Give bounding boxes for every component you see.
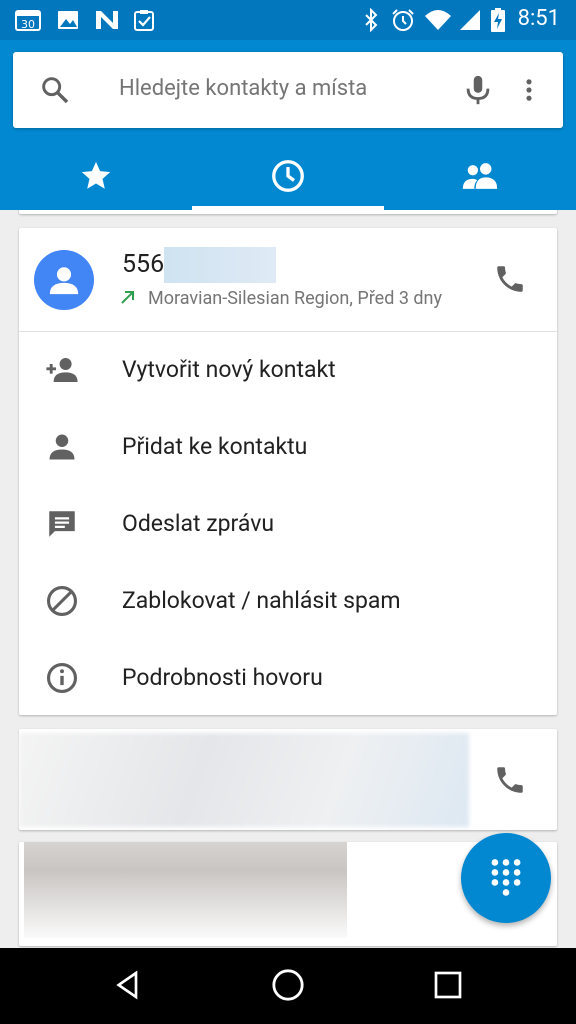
person-icon [44,429,80,465]
navigation-bar [0,948,576,1024]
call-log-item[interactable] [19,729,557,830]
n-app-icon [94,8,120,36]
search-box[interactable]: Hledejte kontakty a místa [13,52,563,128]
outgoing-call-arrow-icon [119,288,137,310]
action-block-report-spam[interactable]: Zablokovat / nahlásit spam [19,563,557,640]
clipboard-check-icon [132,8,156,36]
bluetooth-icon [362,7,380,36]
clock-icon [270,158,306,198]
status-time: 8:51 [517,6,560,31]
phone-icon [497,266,523,292]
redacted-entry [19,733,469,827]
dialpad-icon [491,859,521,896]
svg-text:30: 30 [21,18,35,31]
dialpad-button[interactable] [461,833,551,923]
action-create-new-contact[interactable]: Vytvořit nový kontakt [19,332,557,409]
alarm-icon [390,8,416,36]
status-bar: 30 8:51 [0,0,576,40]
avatar[interactable] [34,250,94,310]
redacted-number [164,247,276,283]
signal-icon [458,8,482,36]
tab-recents[interactable] [192,148,384,208]
mic-icon[interactable] [461,72,495,112]
home-icon[interactable] [271,968,305,1006]
action-label: Zablokovat / nahlásit spam [122,587,401,614]
search-icon[interactable] [39,74,71,110]
image-icon [56,8,80,36]
tab-contacts[interactable] [384,148,576,208]
search-placeholder[interactable]: Hledejte kontakty a místa [119,76,367,101]
calendar-icon: 30 [14,8,42,36]
redacted-entry [24,842,347,938]
action-send-message[interactable]: Odeslat zprávu [19,486,557,563]
action-call-details[interactable]: Podrobnosti hovoru [19,640,557,717]
message-icon [44,506,80,542]
expanded-call-card[interactable]: 556 Moravian-Silesian Region, Před 3 dny… [19,228,557,715]
info-icon [44,660,80,696]
person-avatar-icon [49,267,79,295]
action-label: Odeslat zprávu [122,510,275,537]
call-log-card-previous[interactable] [19,210,557,214]
action-label: Přidat ke kontaktu [122,433,308,460]
call-location-time: Moravian-Silesian Region, Před 3 dny [148,288,443,309]
phone-icon [497,767,523,793]
call-button[interactable] [489,258,531,300]
battery-charging-icon [490,8,506,36]
person-add-icon [44,352,80,388]
app-bar: Hledejte kontakty a místa [0,40,576,210]
back-icon[interactable] [112,968,144,1006]
tab-favorites[interactable] [0,148,192,208]
people-icon [460,159,500,197]
more-vert-icon[interactable] [515,72,543,112]
block-icon [44,583,80,619]
recents-icon[interactable] [432,968,464,1006]
star-icon [79,159,113,197]
wifi-icon [424,8,452,36]
phone-number: 556 [122,250,165,279]
call-button[interactable] [489,759,531,801]
action-label: Podrobnosti hovoru [122,664,323,691]
action-add-to-contact[interactable]: Přidat ke kontaktu [19,409,557,486]
action-label: Vytvořit nový kontakt [122,356,336,383]
